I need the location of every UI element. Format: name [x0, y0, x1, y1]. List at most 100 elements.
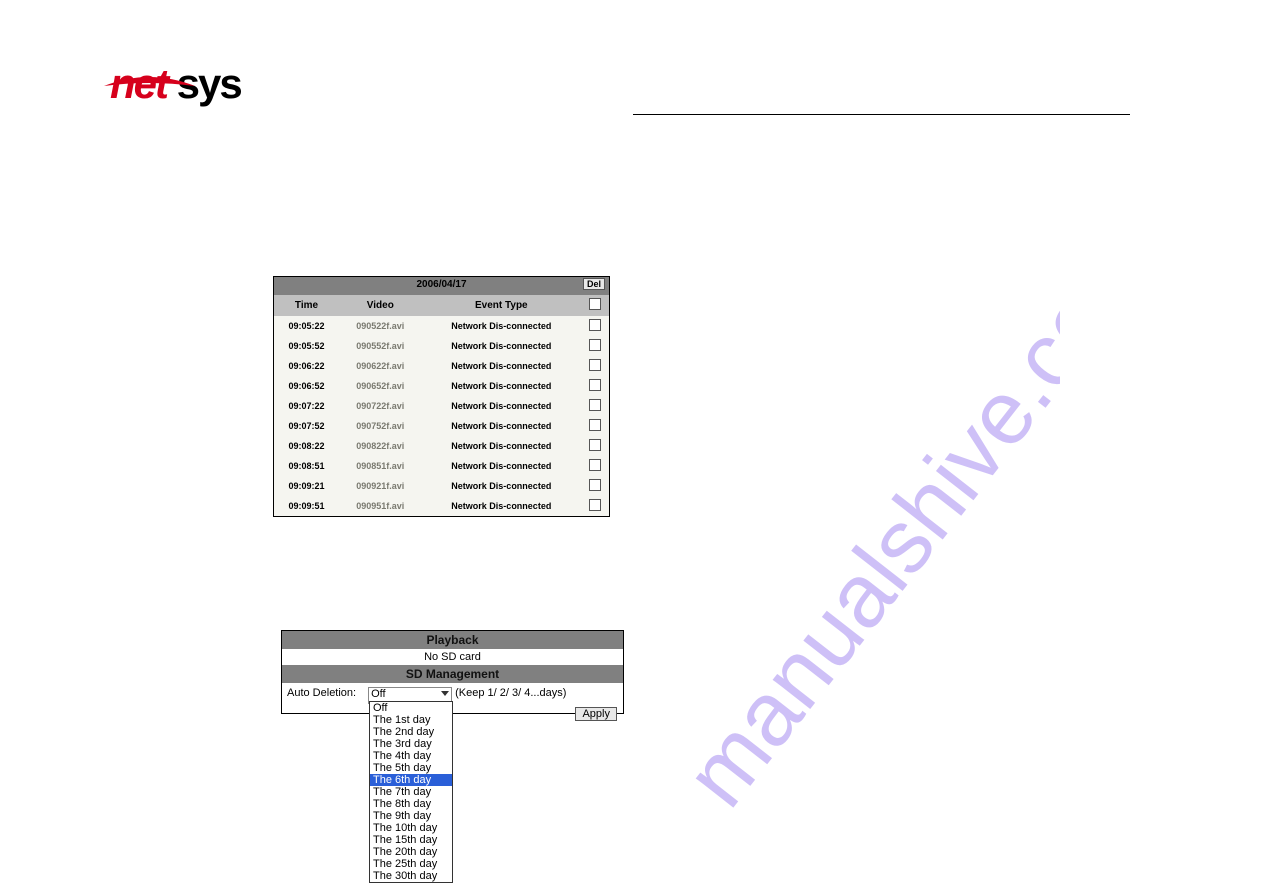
cell-video-link[interactable]: 090622f.avi	[339, 356, 422, 376]
cell-time: 09:07:22	[274, 396, 339, 416]
table-row: 09:06:22090622f.aviNetwork Dis-connected	[274, 356, 609, 376]
cell-checkbox[interactable]	[581, 456, 609, 476]
cell-checkbox[interactable]	[581, 496, 609, 516]
dropdown-option[interactable]: The 2nd day	[370, 726, 452, 738]
checkbox-icon[interactable]	[589, 459, 601, 471]
table-row: 09:09:21090921f.aviNetwork Dis-connected	[274, 476, 609, 496]
event-table-date: 2006/04/17	[416, 279, 466, 290]
cell-video-link[interactable]: 090921f.avi	[339, 476, 422, 496]
checkbox-icon[interactable]	[589, 499, 601, 511]
table-row: 09:08:51090851f.aviNetwork Dis-connected	[274, 456, 609, 476]
cell-time: 09:07:52	[274, 416, 339, 436]
cell-event: Network Dis-connected	[422, 356, 581, 376]
event-table: Time Video Event Type 09:05:22090522f.av…	[274, 295, 609, 516]
cell-time: 09:05:52	[274, 336, 339, 356]
dropdown-option[interactable]: The 7th day	[370, 786, 452, 798]
cell-video-link[interactable]: 090552f.avi	[339, 336, 422, 356]
cell-event: Network Dis-connected	[422, 456, 581, 476]
cell-checkbox[interactable]	[581, 416, 609, 436]
table-row: 09:06:52090652f.aviNetwork Dis-connected	[274, 376, 609, 396]
dropdown-option[interactable]: The 20th day	[370, 846, 452, 858]
cell-video-link[interactable]: 090522f.avi	[339, 316, 422, 336]
dropdown-option[interactable]: The 10th day	[370, 822, 452, 834]
cell-checkbox[interactable]	[581, 476, 609, 496]
svg-text:manualshive.com: manualshive.com	[666, 211, 1060, 824]
checkbox-icon[interactable]	[589, 419, 601, 431]
dropdown-option[interactable]: The 3rd day	[370, 738, 452, 750]
dropdown-option[interactable]: The 1st day	[370, 714, 452, 726]
checkbox-icon[interactable]	[589, 359, 601, 371]
cell-video-link[interactable]: 090752f.avi	[339, 416, 422, 436]
checkbox-icon[interactable]	[589, 298, 601, 310]
keep-days-hint: (Keep 1/ 2/ 3/ 4...days)	[455, 687, 566, 699]
apply-button[interactable]: Apply	[575, 707, 617, 721]
table-row: 09:09:51090951f.aviNetwork Dis-connected	[274, 496, 609, 516]
checkbox-icon[interactable]	[589, 399, 601, 411]
table-row: 09:08:22090822f.aviNetwork Dis-connected	[274, 436, 609, 456]
event-table-titlebar: 2006/04/17 Del	[274, 277, 609, 295]
col-video: Video	[339, 295, 422, 316]
auto-deletion-dropdown[interactable]: OffThe 1st dayThe 2nd dayThe 3rd dayThe …	[369, 701, 453, 883]
header-divider	[633, 114, 1130, 115]
cell-time: 09:09:51	[274, 496, 339, 516]
logo-part-net: net	[110, 60, 177, 107]
table-row: 09:05:52090552f.aviNetwork Dis-connected	[274, 336, 609, 356]
auto-deletion-label: Auto Deletion:	[287, 687, 365, 699]
dropdown-option[interactable]: The 5th day	[370, 762, 452, 774]
col-event: Event Type	[422, 295, 581, 316]
logo-text-net: net	[110, 60, 167, 107]
select-value: Off	[371, 688, 385, 700]
table-row: 09:07:52090752f.aviNetwork Dis-connected	[274, 416, 609, 436]
cell-checkbox[interactable]	[581, 356, 609, 376]
brand-logo: net sys	[110, 60, 241, 108]
logo-text-sys: sys	[177, 60, 241, 107]
cell-event: Network Dis-connected	[422, 336, 581, 356]
col-time: Time	[274, 295, 339, 316]
dropdown-option[interactable]: The 15th day	[370, 834, 452, 846]
cell-time: 09:09:21	[274, 476, 339, 496]
dropdown-option[interactable]: The 9th day	[370, 810, 452, 822]
delete-button[interactable]: Del	[583, 278, 605, 290]
cell-event: Network Dis-connected	[422, 436, 581, 456]
dropdown-option[interactable]: The 8th day	[370, 798, 452, 810]
cell-event: Network Dis-connected	[422, 496, 581, 516]
cell-time: 09:08:22	[274, 436, 339, 456]
checkbox-icon[interactable]	[589, 479, 601, 491]
cell-time: 09:06:52	[274, 376, 339, 396]
cell-checkbox[interactable]	[581, 376, 609, 396]
checkbox-icon[interactable]	[589, 439, 601, 451]
checkbox-icon[interactable]	[589, 319, 601, 331]
cell-checkbox[interactable]	[581, 336, 609, 356]
cell-event: Network Dis-connected	[422, 476, 581, 496]
checkbox-icon[interactable]	[589, 339, 601, 351]
cell-checkbox[interactable]	[581, 396, 609, 416]
cell-time: 09:08:51	[274, 456, 339, 476]
dropdown-option[interactable]: The 4th day	[370, 750, 452, 762]
cell-checkbox[interactable]	[581, 316, 609, 336]
sd-management-panel: Playback No SD card SD Management Auto D…	[281, 630, 624, 714]
cell-video-link[interactable]: 090652f.avi	[339, 376, 422, 396]
checkbox-icon[interactable]	[589, 379, 601, 391]
cell-video-link[interactable]: 090822f.avi	[339, 436, 422, 456]
cell-checkbox[interactable]	[581, 436, 609, 456]
cell-event: Network Dis-connected	[422, 376, 581, 396]
table-row: 09:07:22090722f.aviNetwork Dis-connected	[274, 396, 609, 416]
cell-event: Network Dis-connected	[422, 396, 581, 416]
dropdown-option[interactable]: Off	[370, 702, 452, 714]
cell-time: 09:06:22	[274, 356, 339, 376]
cell-video-link[interactable]: 090722f.avi	[339, 396, 422, 416]
event-table-panel: 2006/04/17 Del Time Video Event Type 09:…	[273, 276, 610, 517]
cell-event: Network Dis-connected	[422, 416, 581, 436]
no-sd-text: No SD card	[282, 649, 623, 665]
cell-video-link[interactable]: 090951f.avi	[339, 496, 422, 516]
dropdown-arrow-icon	[441, 691, 449, 696]
cell-time: 09:05:22	[274, 316, 339, 336]
dropdown-option[interactable]: The 30th day	[370, 870, 452, 882]
dropdown-option[interactable]: The 6th day	[370, 774, 452, 786]
playback-title: Playback	[282, 631, 623, 649]
cell-event: Network Dis-connected	[422, 316, 581, 336]
dropdown-option[interactable]: The 25th day	[370, 858, 452, 870]
sd-management-title: SD Management	[282, 665, 623, 683]
col-select-all[interactable]	[581, 295, 609, 316]
cell-video-link[interactable]: 090851f.avi	[339, 456, 422, 476]
